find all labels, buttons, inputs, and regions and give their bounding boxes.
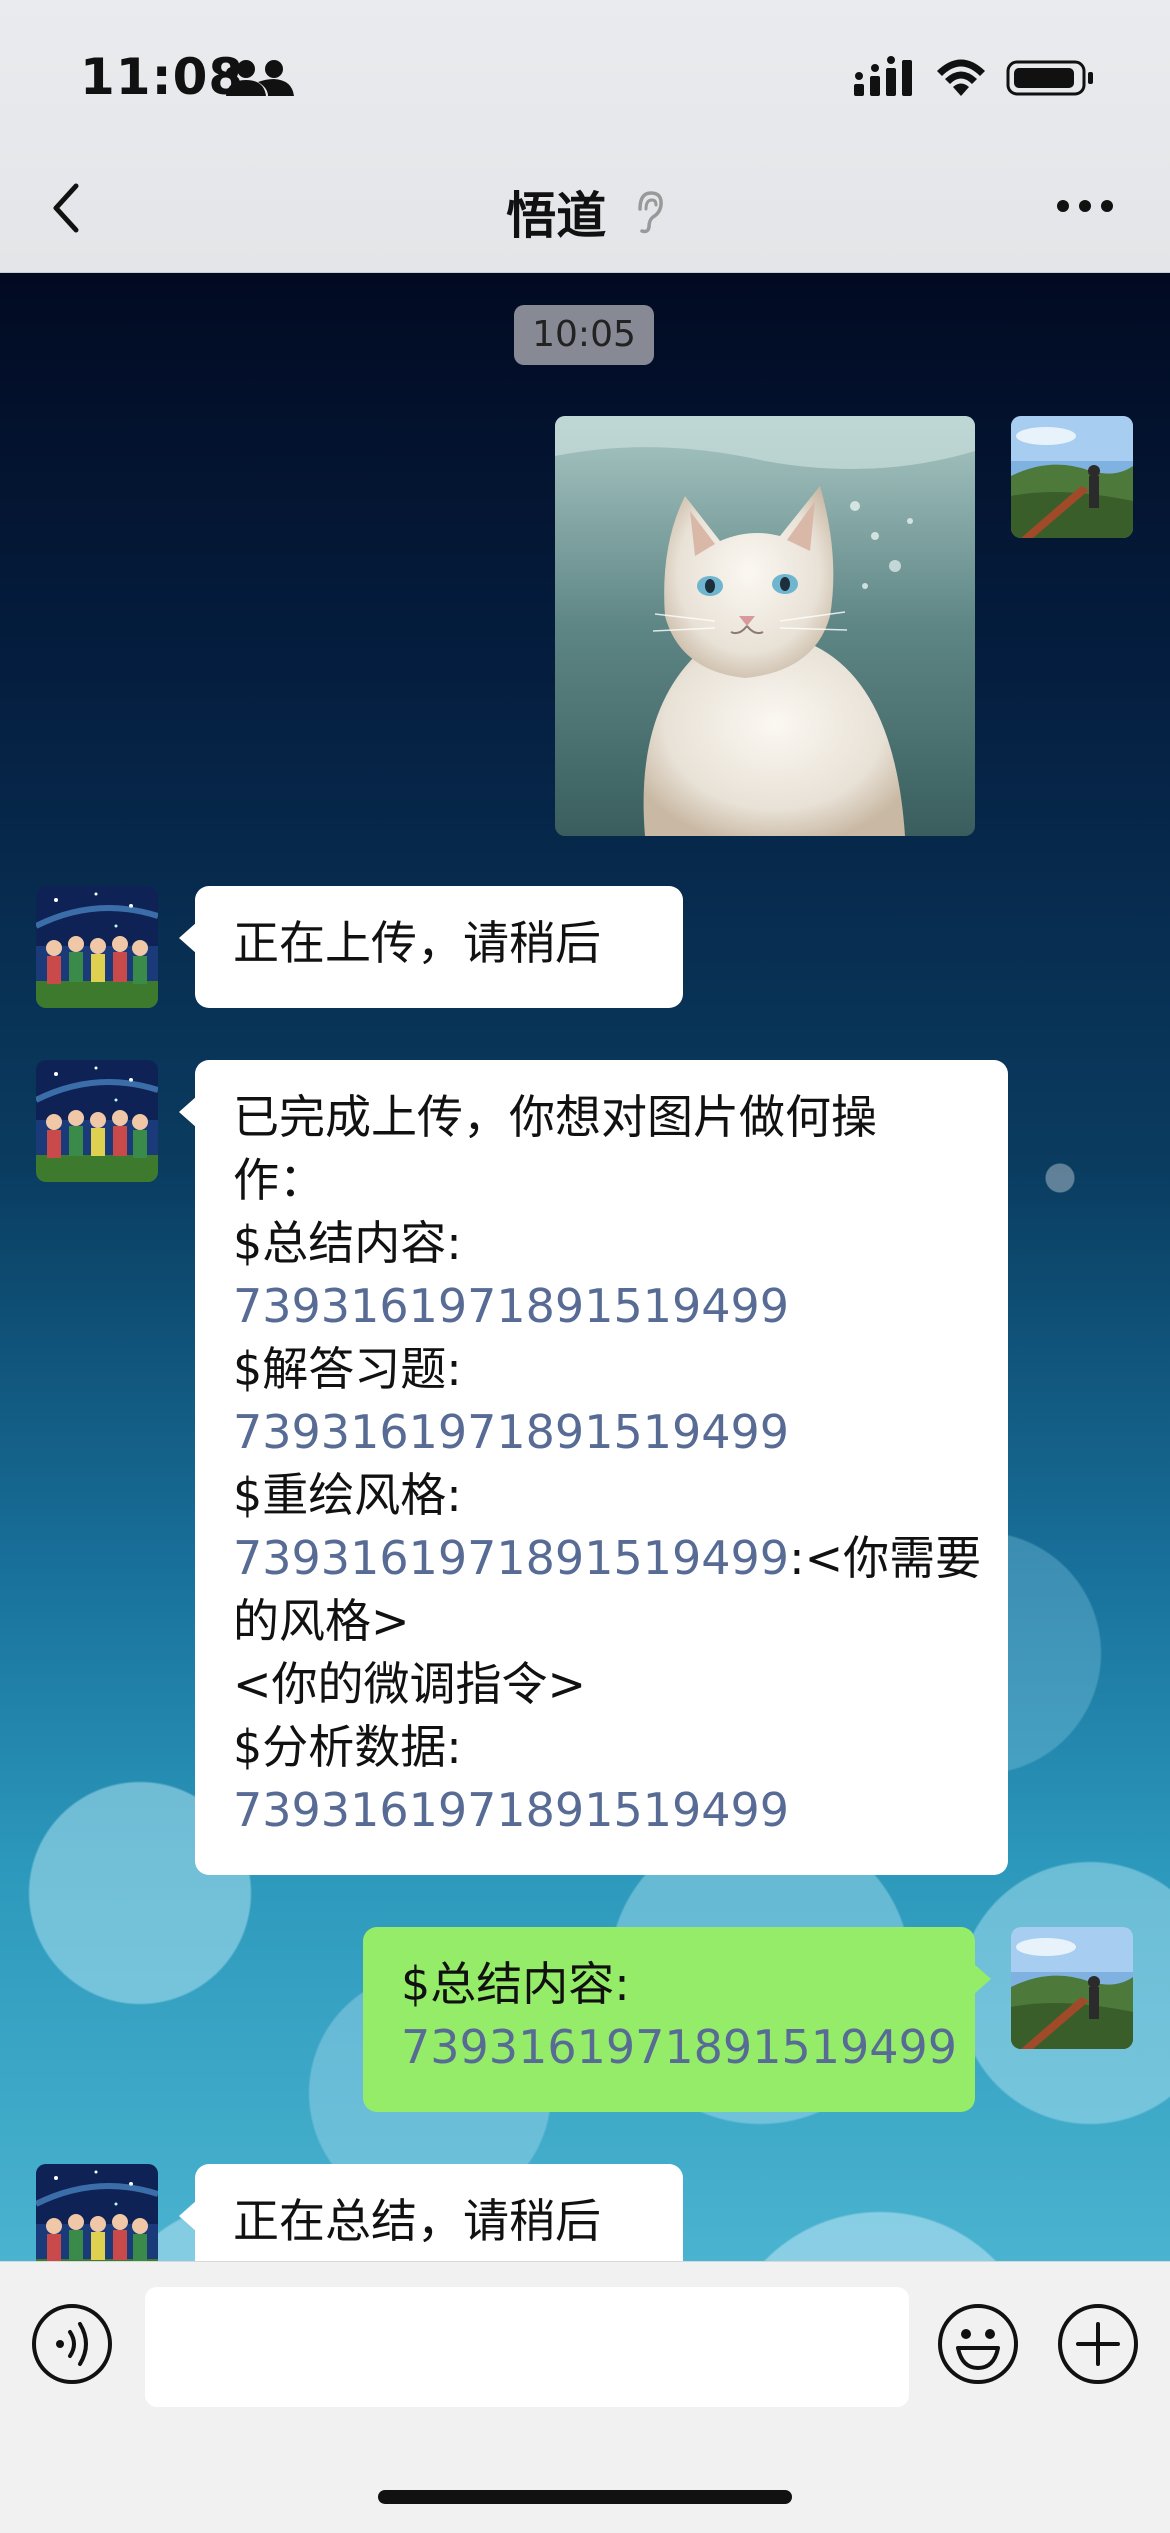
bot-avatar[interactable] [36, 886, 158, 1008]
my-avatar[interactable] [1011, 1927, 1133, 2049]
wifi-icon [937, 59, 985, 96]
message-line: 的风格> [233, 1594, 410, 1648]
message-text: 正在总结，请稍后 [233, 2194, 601, 2248]
top-bar: 11:08 悟道 [0, 0, 1170, 273]
message-line: 已完成上传，你想对图片做何操 [233, 1090, 877, 1144]
my-message-bubble[interactable]: $总结内容: 7393161971891519499 [363, 1927, 991, 2112]
home-indicator [378, 2490, 792, 2504]
chat-title-text: 悟道 [506, 187, 607, 245]
message-text: 正在上传，请稍后 [233, 916, 601, 970]
image-id-link[interactable]: 7393161971891519499 [233, 1275, 970, 1338]
bot-message-bubble[interactable]: 已完成上传，你想对图片做何操 作： $总结内容: 739316197189151… [179, 1060, 1008, 1875]
bot-message-bubble[interactable]: 正在总结，请稍后 [179, 2164, 683, 2261]
command-summarize: $总结内容: [233, 1216, 462, 1270]
command-restyle: $重绘风格: [233, 1468, 462, 1522]
cellular-signal-icon [854, 56, 912, 96]
people-icon [226, 60, 294, 96]
message-line: :<你需要 [789, 1531, 982, 1585]
chat-title: 悟道 [0, 176, 1170, 248]
status-time: 11:08 [80, 48, 245, 106]
image-id-link[interactable]: 7393161971891519499 [401, 2016, 957, 2079]
bot-avatar[interactable] [36, 2164, 158, 2261]
message-input[interactable] [145, 2287, 909, 2407]
my-avatar[interactable] [1011, 416, 1133, 538]
message-timestamp: 10:05 [514, 305, 654, 365]
input-bar [0, 2261, 1170, 2533]
message-line: $总结内容: [401, 1957, 630, 2011]
plus-icon[interactable] [1056, 2302, 1140, 2386]
ear-icon [637, 191, 663, 234]
command-solve: $解答习题: [233, 1342, 462, 1396]
more-options-icon[interactable] [1054, 194, 1116, 218]
emoji-icon[interactable] [936, 2302, 1020, 2386]
voice-input-icon[interactable] [30, 2302, 114, 2386]
image-id-link[interactable]: 7393161971891519499 [233, 1401, 970, 1464]
image-id-link[interactable]: 7393161971891519499 [233, 1779, 970, 1842]
command-analyze: $分析数据: [233, 1720, 462, 1774]
battery-icon [1006, 60, 1093, 96]
image-id-link[interactable]: 7393161971891519499 [233, 1531, 789, 1585]
message-line: <你的微调指令> [233, 1657, 587, 1711]
chat-message-list[interactable]: 10:05 正在上传，请稍后 已完成上传，你想对图片做何操 作： $总结内容: … [0, 273, 1170, 2261]
bot-avatar[interactable] [36, 1060, 158, 1182]
cat-image-message[interactable] [555, 416, 975, 836]
bot-message-bubble[interactable]: 正在上传，请稍后 [179, 886, 683, 1008]
message-line: 作： [233, 1153, 325, 1207]
